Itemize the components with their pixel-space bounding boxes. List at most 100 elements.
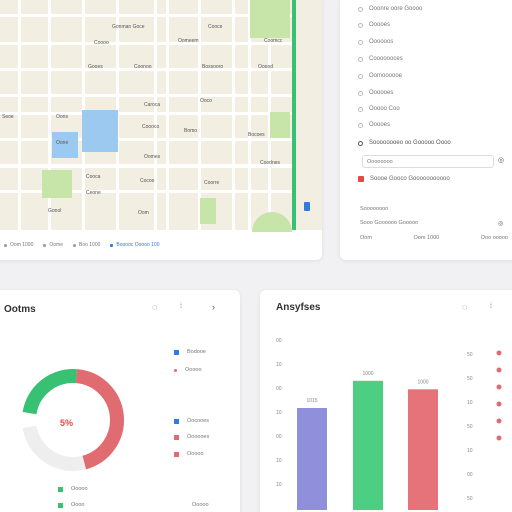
alert-icon [358,176,364,182]
map-label: Ooood [258,64,274,70]
list-item-highlight[interactable]: Soooooooeo oo Gooooo Oooo [358,140,451,146]
dot-icon [43,243,47,247]
y-tick-label: 10 [276,362,282,368]
map-label: Coorre [204,180,220,186]
map-footer-item[interactable]: Oom 1000 [4,242,33,248]
dot-icon [72,243,76,247]
map-footer-item[interactable]: Boo 1000 [72,242,100,248]
map-label: Gonman Goce [112,24,145,30]
list-item[interactable]: Ooooes [358,122,390,128]
card-title: Ootms [4,304,36,315]
list-item[interactable]: Oomoooooe [358,73,402,79]
bar-b[interactable] [353,380,383,510]
donut-slice-red[interactable] [75,369,124,470]
legend-dot [496,384,502,390]
right-tick-label: 50 [467,424,473,430]
map-label: Oomes [144,154,161,160]
legend-item[interactable]: Bodooe [174,349,206,355]
list-subheading: Soooooooo [360,206,389,212]
map-label: Seoe [2,114,14,120]
radio-icon [358,56,363,62]
map-label: Ooco [200,98,212,104]
list-item[interactable]: Ooooo Coo [358,106,400,112]
donut-slice-green[interactable] [22,369,77,415]
y-tick-label: 10 [276,410,282,416]
right-tick-label: 10 [467,400,473,406]
map-label: Cocoo [140,178,155,184]
legend-item[interactable]: Ooooo [58,486,88,492]
list-card: Ooonre oore Goooo Ooooes Oooooos Coooooo… [340,0,512,260]
right-tick-label: 50 [467,496,473,502]
map-label: Coooco [142,124,160,130]
chevron-right-icon[interactable]: › [212,302,215,312]
donut-slice-rest[interactable] [22,425,86,471]
legend-item[interactable]: Oooo [58,502,84,508]
legend-dot [496,367,502,373]
right-tick-label: 10 [467,448,473,454]
list-text-input[interactable] [362,155,494,168]
footer-mid: Oom 1000 [413,235,440,241]
bar-a[interactable] [297,408,327,510]
search-icon[interactable]: ◎ [498,156,504,164]
map-label: Gonol [48,208,62,214]
legend-item[interactable]: Ooooo [174,367,202,373]
footer-left: Oom [360,235,372,241]
map-label: Coodnes [260,160,281,166]
legend-swatch [174,368,177,372]
legend-swatch [58,502,63,508]
map-label: Caroca [144,102,161,108]
legend-swatch [174,418,179,424]
y-tick-label: 00 [276,434,282,440]
radio-icon [358,39,363,45]
map-label: Coonoo [134,64,152,70]
map-label: Oone [56,140,69,146]
map-footer-item[interactable]: Oome [43,242,63,248]
list-item[interactable]: Ooooes [358,22,390,28]
map-label: Oom [138,210,149,216]
radio-icon [358,22,363,28]
map-label: Cooce [208,24,223,30]
map-label: Gooes [88,64,103,70]
legend-item[interactable]: Oooooes [174,434,209,440]
radio-icon [358,90,363,96]
legend-dot [496,435,502,441]
donut-center-label: 5% [60,418,74,428]
map-label: Cooca [86,174,101,180]
radio-icon [358,140,363,146]
donut-card: Ootms ◌ ⁞ › 5% Bodooe Ooooo Oocooes Oooo… [0,290,240,512]
list-item[interactable]: Oooooes [358,90,393,96]
list-item[interactable]: Cooooooces [358,56,403,62]
dot-icon [4,243,7,247]
alert-row[interactable]: Soooe Gooco Gooooooooooo [358,176,450,182]
map-label: Oons [56,114,68,120]
square-icon [110,243,114,247]
radio-icon [358,106,363,112]
map-view[interactable]: Gonman Goce Cooce Coooo Oomeem Coomcc Go… [0,0,322,232]
info-icon[interactable]: ◌ [152,302,157,312]
map-footer: Oom 1000 Oome Boo 1000 Booooc Ooooo 100 [0,230,322,260]
y-tick-label: 10 [276,458,282,464]
legend-dot [496,350,502,356]
right-tick-label: 50 [467,352,473,358]
bar-value-label: 1015 [306,398,317,404]
map-footer-item-active[interactable]: Booooc Ooooo 100 [110,242,160,248]
map-label: Coomcc [264,38,283,44]
legend-item[interactable]: Ooooo [174,451,204,457]
map-card: Gonman Goce Cooce Coooo Oomeem Coomcc Go… [0,0,322,260]
list-sub-row: Sooo Goooooo Gooooo [360,220,419,226]
y-tick-label: 00 [276,386,282,392]
list-item[interactable]: Oooooos [358,39,393,45]
list-item[interactable]: Ooonre oore Goooo [358,6,422,12]
more-icon[interactable]: ⁞ [180,303,182,310]
legend-item[interactable]: Oocooes [174,418,209,424]
footer-right: Ooo ooooo [480,235,508,241]
right-tick-label: 00 [467,472,473,478]
legend-swatch [174,349,179,355]
analytics-card: Ansyfses ◌ ⁞ 1015 1000 1000 00 10 00 10 00 10 10 5… [260,290,512,512]
settings-icon[interactable]: ◎ [498,220,503,227]
map-label: Bomo [184,128,198,134]
map-marker-icon[interactable] [304,202,310,211]
map-label: Coooo [94,40,109,46]
bar-c[interactable] [408,389,438,510]
bar-chart: 1015100010000010001000101050501050100050 [276,338,502,510]
